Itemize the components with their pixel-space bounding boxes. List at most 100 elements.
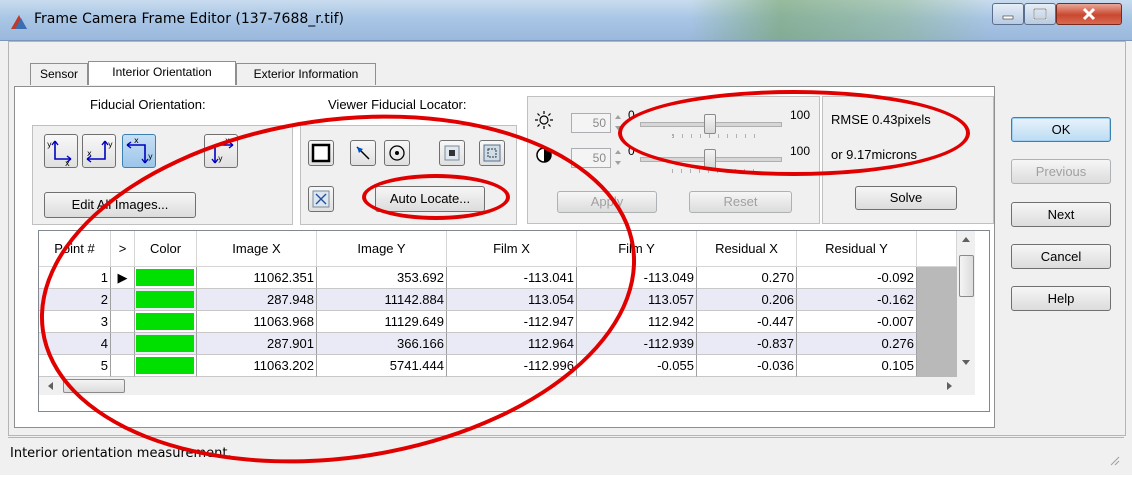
cell-image-x[interactable]: 11063.202: [197, 355, 317, 377]
cell-res-x[interactable]: 0.270: [697, 267, 797, 289]
cell-point[interactable]: 4: [39, 333, 111, 355]
horizontal-scrollbar[interactable]: [39, 377, 975, 395]
cell-image-y[interactable]: 5741.444: [317, 355, 447, 377]
table-row[interactable]: 4 287.901 366.166 112.964 -112.939 -0.837 0.27…: [39, 333, 957, 355]
cell-film-x[interactable]: -112.947: [447, 311, 577, 333]
cell-film-y[interactable]: 113.057: [577, 289, 697, 311]
cell-marker[interactable]: [111, 289, 135, 311]
column-header-film-y[interactable]: Film Y: [577, 231, 697, 267]
cell-film-y[interactable]: -112.939: [577, 333, 697, 355]
cell-point[interactable]: 1: [39, 267, 111, 289]
cell-film-y[interactable]: -113.049: [577, 267, 697, 289]
cell-image-y[interactable]: 353.692: [317, 267, 447, 289]
column-header-filler: [917, 231, 957, 267]
cell-image-y[interactable]: 11129.649: [317, 311, 447, 333]
cell-film-x[interactable]: -112.996: [447, 355, 577, 377]
cancel-button[interactable]: Cancel: [1011, 244, 1111, 269]
cell-image-y[interactable]: 366.166: [317, 333, 447, 355]
tab-interior-orientation[interactable]: Interior Orientation: [88, 61, 236, 85]
cell-image-x[interactable]: 287.948: [197, 289, 317, 311]
brightness-slider-thumb[interactable]: [704, 114, 716, 134]
fiducial-points-table[interactable]: Point # > Color Image X Image Y Film X F…: [38, 230, 990, 412]
cell-point[interactable]: 3: [39, 311, 111, 333]
column-header-color[interactable]: Color: [135, 231, 197, 267]
cell-res-y[interactable]: -0.162: [797, 289, 917, 311]
cell-res-y[interactable]: -0.007: [797, 311, 917, 333]
cell-res-x[interactable]: 0.206: [697, 289, 797, 311]
close-icon: [1082, 7, 1096, 21]
cell-res-x[interactable]: -0.837: [697, 333, 797, 355]
cell-res-x[interactable]: -0.036: [697, 355, 797, 377]
table-row[interactable]: 5 11063.202 5741.444 -112.996 -0.055 -0.036 0.…: [39, 355, 957, 377]
cell-marker[interactable]: [111, 355, 135, 377]
column-header-marker[interactable]: >: [111, 231, 135, 267]
contrast-value-input[interactable]: 50: [571, 148, 611, 168]
color-swatch-cell[interactable]: [135, 355, 197, 377]
color-swatch-cell[interactable]: [135, 267, 197, 289]
column-header-film-x[interactable]: Film X: [447, 231, 577, 267]
edit-all-images-button[interactable]: Edit All Images...: [44, 192, 196, 218]
cell-film-x[interactable]: 112.964: [447, 333, 577, 355]
cell-image-x[interactable]: 11062.351: [197, 267, 317, 289]
contrast-slider-thumb[interactable]: [704, 149, 716, 169]
locator-center-button[interactable]: [439, 140, 465, 166]
cell-image-x[interactable]: 11063.968: [197, 311, 317, 333]
cell-res-y[interactable]: -0.092: [797, 267, 917, 289]
title-bar[interactable]: Frame Camera Frame Editor (137-7688_r.ti…: [0, 0, 1132, 41]
color-swatch-cell[interactable]: [135, 289, 197, 311]
locator-frame-button[interactable]: [308, 140, 334, 166]
locator-auto-area-button[interactable]: [308, 186, 334, 212]
cell-marker[interactable]: ▶: [111, 267, 135, 289]
cell-point[interactable]: 2: [39, 289, 111, 311]
fiducial-orientation-1-button[interactable]: yx: [44, 134, 78, 168]
cell-marker[interactable]: [111, 333, 135, 355]
minimize-button[interactable]: [992, 3, 1024, 25]
next-button[interactable]: Next: [1011, 202, 1111, 227]
cell-film-x[interactable]: -113.041: [447, 267, 577, 289]
table-row[interactable]: 3 11063.968 11129.649 -112.947 112.942 -0.447…: [39, 311, 957, 333]
horizontal-scrollbar-thumb[interactable]: [63, 379, 125, 393]
column-header-point[interactable]: Point #: [39, 231, 111, 267]
ok-button[interactable]: OK: [1011, 117, 1111, 142]
close-button[interactable]: [1056, 3, 1122, 25]
vertical-scrollbar[interactable]: [957, 231, 975, 377]
fiducial-orientation-2-button[interactable]: yx: [82, 134, 116, 168]
apply-button[interactable]: Apply: [557, 191, 657, 213]
cell-image-y[interactable]: 11142.884: [317, 289, 447, 311]
column-header-image-y[interactable]: Image Y: [317, 231, 447, 267]
color-swatch-cell[interactable]: [135, 333, 197, 355]
cell-image-x[interactable]: 287.901: [197, 333, 317, 355]
cell-film-y[interactable]: 112.942: [577, 311, 697, 333]
cell-film-y[interactable]: -0.055: [577, 355, 697, 377]
column-header-residual-x[interactable]: Residual X: [697, 231, 797, 267]
cell-res-y[interactable]: 0.276: [797, 333, 917, 355]
fiducial-orientation-4-button[interactable]: xy: [204, 134, 238, 168]
cell-res-y[interactable]: 0.105: [797, 355, 917, 377]
table-row[interactable]: 2 287.948 11142.884 113.054 113.057 0.206 -0.1…: [39, 289, 957, 311]
vertical-scrollbar-thumb[interactable]: [959, 255, 974, 297]
cell-res-x[interactable]: -0.447: [697, 311, 797, 333]
tab-exterior-information[interactable]: Exterior Information: [236, 63, 376, 85]
cell-marker[interactable]: [111, 311, 135, 333]
maximize-button[interactable]: [1024, 3, 1056, 25]
cell-film-x[interactable]: 113.054: [447, 289, 577, 311]
locator-pointer-button[interactable]: [350, 140, 376, 166]
previous-button[interactable]: Previous: [1011, 159, 1111, 184]
column-header-image-x[interactable]: Image X: [197, 231, 317, 267]
table-row[interactable]: 1 ▶ 11062.351 353.692 -113.041 -113.049 0.270-…: [39, 267, 957, 289]
reset-button[interactable]: Reset: [689, 191, 792, 213]
color-swatch-cell[interactable]: [135, 311, 197, 333]
auto-locate-button[interactable]: Auto Locate...: [375, 186, 485, 212]
brightness-value-input[interactable]: 50: [571, 113, 611, 133]
tab-sensor[interactable]: Sensor: [30, 63, 88, 85]
locator-target-button[interactable]: [384, 140, 410, 166]
brightness-spin-arrows-icon[interactable]: [613, 110, 623, 136]
column-header-residual-y[interactable]: Residual Y: [797, 231, 917, 267]
fiducial-orientation-3-button[interactable]: xy: [122, 134, 156, 168]
help-button[interactable]: Help: [1011, 286, 1111, 311]
solve-button[interactable]: Solve: [855, 186, 957, 210]
contrast-spin-arrows-icon[interactable]: [613, 145, 623, 171]
resize-grip-icon[interactable]: [1108, 454, 1120, 466]
cell-point[interactable]: 5: [39, 355, 111, 377]
locator-zoom-area-button[interactable]: [479, 140, 505, 166]
